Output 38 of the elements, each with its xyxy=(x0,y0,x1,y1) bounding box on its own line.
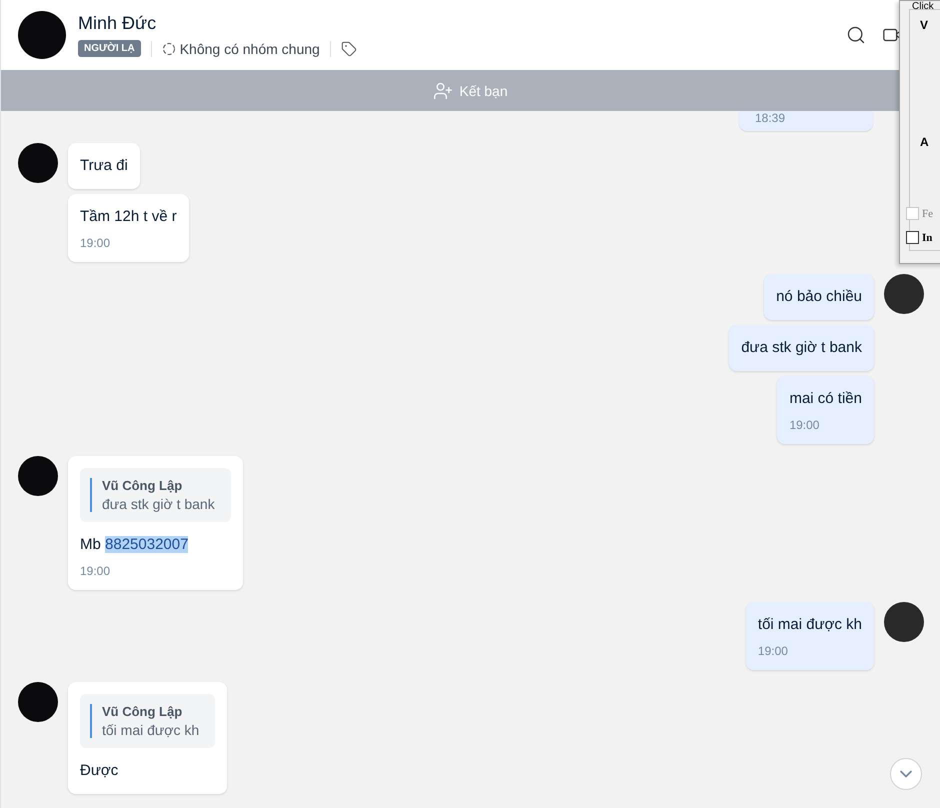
common-groups-text: Không có nhóm chung xyxy=(180,40,320,56)
message-time: 18:39 xyxy=(755,111,786,125)
checkbox[interactable] xyxy=(906,231,919,244)
contact-name: Minh Đức xyxy=(78,13,158,34)
checkbox-label: In xyxy=(922,232,932,244)
stranger-badge: NGƯỜI LẠ xyxy=(78,40,141,57)
avatar xyxy=(18,682,58,722)
avatar xyxy=(18,11,66,59)
message-text: Trưa đi xyxy=(80,156,128,176)
tag-icon[interactable] xyxy=(340,40,357,56)
message-text: Mb 8825032007 xyxy=(80,535,190,555)
message-time: 19:00 xyxy=(80,236,112,250)
section-heading: V xyxy=(920,18,928,32)
message-time: 19:00 xyxy=(758,644,789,658)
message-text: Tầm 12h t về r xyxy=(80,207,177,227)
add-user-icon xyxy=(433,80,454,100)
message-time: 19:00 xyxy=(80,564,112,578)
avatar xyxy=(884,274,924,314)
section-heading: A xyxy=(920,135,929,149)
message-text: nó bảo chiều xyxy=(776,287,862,307)
group-icon xyxy=(162,42,176,56)
avatar xyxy=(18,143,58,183)
message-text: tối mai được kh xyxy=(758,615,862,635)
message-text: Được xyxy=(80,761,120,781)
dialog-caption: Click xyxy=(912,1,934,12)
add-friend-button[interactable]: Kết bạn xyxy=(427,80,514,102)
checkbox-label: Fe xyxy=(922,208,933,220)
quote-author: Vũ Công Lập xyxy=(102,478,184,493)
quote-text: đưa stk giờ t bank xyxy=(102,496,215,512)
search-button[interactable] xyxy=(846,25,866,45)
avatar xyxy=(18,456,58,496)
quote-text: tối mai được kh xyxy=(102,722,200,738)
avatar xyxy=(884,602,924,642)
message-text: đưa stk giờ t bank xyxy=(741,338,862,358)
message-text: mai có tiền xyxy=(789,389,862,409)
message-time: 19:00 xyxy=(789,418,820,432)
scroll-down-button[interactable] xyxy=(890,758,922,790)
quote-author: Vũ Công Lập xyxy=(102,704,184,719)
